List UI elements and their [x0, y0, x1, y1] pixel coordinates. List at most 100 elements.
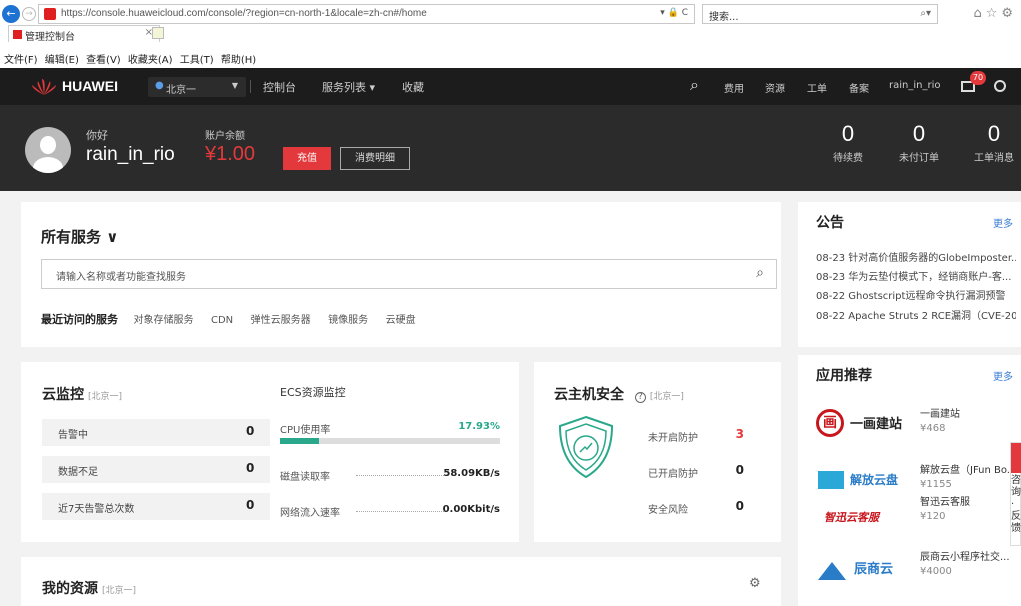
- nav-favorites[interactable]: 收藏: [402, 79, 424, 95]
- announcements-more-link[interactable]: 更多: [993, 215, 1013, 230]
- my-resources-region: [北京一]: [102, 586, 137, 596]
- avatar-body: [33, 157, 63, 173]
- renewal-label: 待续费: [833, 153, 863, 164]
- address-bar-row: ← → https://console.huaweicloud.com/cons…: [0, 2, 1021, 24]
- recent-services: 最近访问的服务 对象存储服务 CDN 弹性云服务器 镜像服务 云硬盘: [41, 311, 430, 327]
- menu-help[interactable]: 帮助(H): [221, 55, 256, 66]
- site-favicon-icon: [44, 8, 56, 20]
- yihua-logo-text: 一画建站: [850, 417, 903, 432]
- browser-tab[interactable]: 管理控制台 ×: [8, 25, 160, 43]
- recent-service-cdn[interactable]: CDN: [211, 315, 233, 326]
- announcements-card: 公告 更多 08-23 针对高价值服务器的GlobeImposter... 08…: [798, 202, 1021, 347]
- security-row-protected[interactable]: 已开启防护 0: [648, 463, 744, 480]
- url-field[interactable]: https://console.huaweicloud.com/console/…: [38, 4, 695, 24]
- forward-button[interactable]: →: [22, 7, 36, 21]
- renewal-counter[interactable]: 0 待续费: [818, 121, 878, 164]
- tab-title: 管理控制台: [25, 32, 75, 43]
- announcement-item[interactable]: 08-22 Ghostscript远程命令执行漏洞预警: [816, 287, 1016, 302]
- home-star-gear-icons[interactable]: ⌂☆⚙: [973, 6, 1017, 21]
- monitor-row-7day[interactable]: 近7天告警总次数 0: [42, 493, 270, 520]
- host-security-card: 云主机安全 ? [北京一] 未开启防护 3 已开启防护 0 安全风险 0: [534, 362, 781, 542]
- consumption-detail-button[interactable]: 消费明细: [340, 147, 410, 170]
- yihua-logo-icon: 画: [816, 409, 844, 437]
- monitor-row-value: 0: [246, 424, 255, 438]
- security-row-value: 0: [735, 463, 744, 477]
- security-row-unprotected[interactable]: 未开启防护 3: [648, 427, 744, 444]
- chenshang-logo: 辰商云: [816, 550, 908, 584]
- avatar-head: [40, 136, 56, 154]
- cloud-monitor-title-text: 云监控: [42, 387, 84, 403]
- security-row-label: 已开启防护: [648, 469, 698, 480]
- menu-favorites[interactable]: 收藏夹(A): [128, 55, 173, 66]
- security-row-risk[interactable]: 安全风险 0: [648, 499, 744, 516]
- nav-resources[interactable]: 资源: [765, 80, 785, 95]
- help-icon[interactable]: ?: [634, 392, 646, 403]
- app-name: 辰商云小程序社交...: [920, 552, 1010, 563]
- jiefang-logo: 解放云盘: [816, 463, 908, 497]
- my-resources-title[interactable]: 我的资源 [北京一]: [42, 578, 136, 598]
- unpaid-count: 0: [912, 121, 926, 146]
- nav-billing[interactable]: 费用: [724, 80, 744, 95]
- brand-name[interactable]: HUAWEI: [62, 78, 118, 94]
- app-item[interactable]: 辰商云 辰商云小程序社交... ¥4000: [816, 548, 1016, 594]
- renewal-count: 0: [841, 121, 855, 146]
- search-icon[interactable]: ⌕: [756, 265, 764, 281]
- menu-edit[interactable]: 编辑(E): [45, 55, 79, 66]
- unpaid-orders-counter[interactable]: 0 未付订单: [889, 121, 949, 164]
- chenshang-logo-icon: [818, 562, 846, 580]
- lock-refresh-icon[interactable]: ▾ 🔒 C: [660, 8, 688, 18]
- avatar[interactable]: [25, 127, 71, 173]
- top-navigation: HUAWEI ● 北京一 ▼ 控制台 服务列表 ▾ 收藏 ⌕ 费用 资源 工单 …: [0, 68, 1021, 105]
- recent-service-ecs[interactable]: 弹性云服务器: [251, 315, 311, 326]
- menu-file[interactable]: 文件(F): [4, 55, 38, 66]
- search-icon[interactable]: ⌕▾: [920, 8, 931, 19]
- nav-tickets[interactable]: 工单: [807, 80, 827, 95]
- clock-icon[interactable]: [994, 80, 1006, 92]
- monitor-row-label: 数据不足: [58, 467, 98, 478]
- new-tab-button[interactable]: [152, 27, 164, 39]
- recent-service-ims[interactable]: 镜像服务: [328, 315, 368, 326]
- app-price: ¥468: [920, 423, 946, 434]
- balance-value: ¥1.00: [205, 143, 256, 165]
- apps-more-link[interactable]: 更多: [993, 368, 1013, 383]
- monitor-row-label: 近7天告警总次数: [58, 504, 135, 515]
- ticket-messages-counter[interactable]: 0 工单消息: [964, 121, 1021, 164]
- nav-console[interactable]: 控制台: [263, 79, 296, 95]
- feedback-float-button[interactable]: 咨询·反馈: [1010, 442, 1021, 546]
- region-selector[interactable]: ● 北京一 ▼: [148, 77, 246, 97]
- app-recommendations-card: 应用推荐 更多 画 一画建站 一画建站 ¥468 解放云盘 解放云盘（JFun …: [798, 355, 1021, 606]
- greeting: 你好: [86, 129, 108, 142]
- nav-username[interactable]: rain_in_rio: [889, 80, 940, 91]
- browser-chrome: ← → https://console.huaweicloud.com/cons…: [0, 0, 1021, 68]
- browser-search-input[interactable]: 搜索... ⌕▾: [702, 4, 938, 24]
- back-button[interactable]: ←: [2, 5, 20, 23]
- recent-service-evs[interactable]: 云硬盘: [386, 315, 416, 326]
- nav-service-list[interactable]: 服务列表 ▾: [322, 79, 375, 95]
- menu-view[interactable]: 查看(V): [86, 55, 121, 66]
- host-security-title[interactable]: 云主机安全 ? [北京一]: [554, 384, 684, 404]
- monitor-row-alarming[interactable]: 告警中 0: [42, 419, 270, 446]
- cloud-monitor-card: 云监控 [北京一] 告警中 0 数据不足 0 近7天告警总次数 0 ECS资源监控…: [21, 362, 519, 542]
- app-item[interactable]: 画 一画建站 一画建站 ¥468: [816, 405, 1016, 451]
- announcement-item[interactable]: 08-23 华为云垫付模式下，经销商账户-客...: [816, 268, 1016, 283]
- yihua-logo: 画 一画建站: [816, 407, 908, 441]
- announcement-item[interactable]: 08-22 Apache Struts 2 RCE漏洞（CVE-20...: [816, 307, 1016, 322]
- recent-service-obs[interactable]: 对象存储服务: [134, 315, 194, 326]
- search-icon[interactable]: ⌕: [690, 75, 699, 95]
- menu-tools[interactable]: 工具(T): [180, 55, 214, 66]
- app-price: ¥1155: [920, 479, 952, 490]
- settings-gear-icon[interactable]: ⚙: [749, 576, 761, 591]
- service-search-input[interactable]: 请输入名称或者功能查找服务 ⌕: [41, 259, 777, 289]
- all-services-card: 所有服务 ∨ 请输入名称或者功能查找服务 ⌕ 最近访问的服务 对象存储服务 CD…: [21, 202, 781, 347]
- monitor-row-insufficient[interactable]: 数据不足 0: [42, 456, 270, 483]
- jiefang-logo-text: 解放云盘: [850, 473, 899, 487]
- all-services-title[interactable]: 所有服务 ∨: [41, 226, 118, 247]
- app-item[interactable]: 智迅云客服 智迅云客服 ¥120: [816, 493, 1016, 539]
- dotted-leader: [356, 475, 446, 476]
- cpu-usage-bar-fill: [280, 438, 320, 444]
- nav-filing[interactable]: 备案: [849, 80, 869, 95]
- recharge-button[interactable]: 充值: [283, 147, 331, 170]
- zhixun-logo: 智迅云客服: [816, 495, 908, 529]
- cloud-monitor-title[interactable]: 云监控 [北京一]: [42, 384, 122, 404]
- announcement-item[interactable]: 08-23 针对高价值服务器的GlobeImposter...: [816, 249, 1016, 264]
